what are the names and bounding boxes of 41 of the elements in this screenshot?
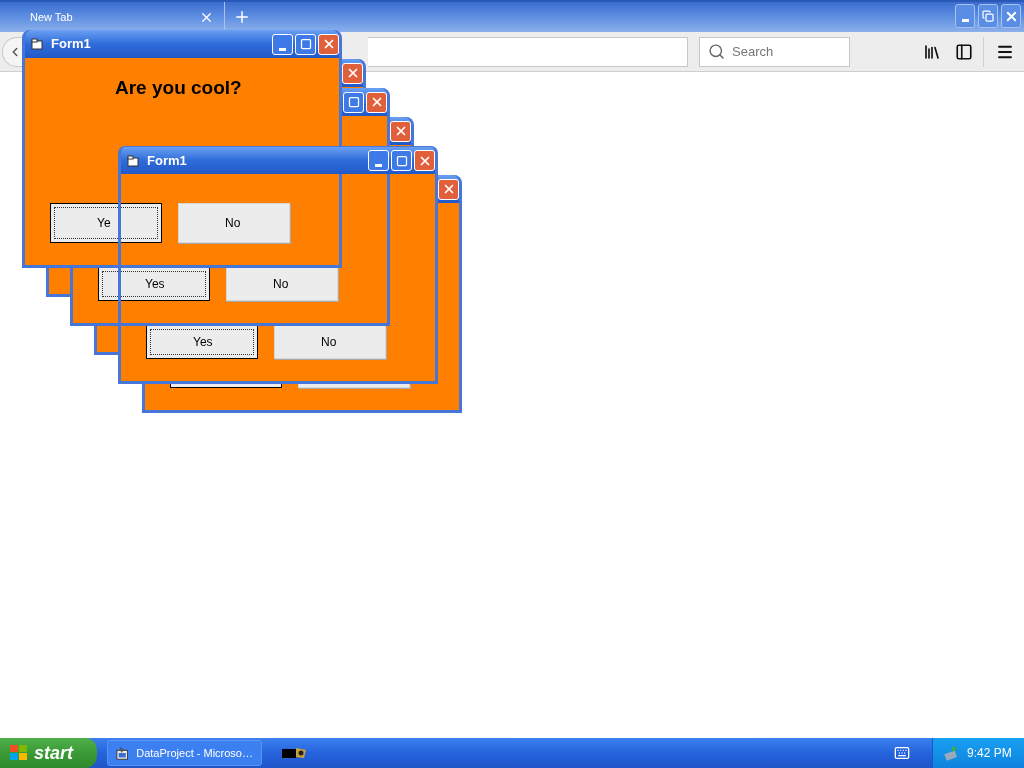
form-button[interactable]: No xyxy=(274,326,386,359)
window-icon xyxy=(31,38,43,50)
search-icon xyxy=(708,43,725,60)
new-tab-icon[interactable] xyxy=(233,8,251,26)
form-button[interactable]: Yes xyxy=(98,268,210,301)
app-icon xyxy=(282,746,308,760)
window-icon xyxy=(127,154,139,167)
minimize-icon xyxy=(961,19,969,22)
form-button[interactable]: Yes xyxy=(146,326,258,359)
tab-title: New Tab xyxy=(30,9,74,25)
sidebar-icon[interactable] xyxy=(955,42,973,61)
close-button[interactable] xyxy=(1001,4,1021,28)
form-button[interactable]: No xyxy=(226,268,338,301)
clock: 9:42 PM xyxy=(967,745,1012,762)
app-icon xyxy=(116,745,131,761)
form-button[interactable]: No xyxy=(178,203,290,243)
window-title: Form1 xyxy=(147,151,188,170)
window-title: Form1 xyxy=(51,35,92,54)
taskbar-button[interactable]: DataProject - Microso… xyxy=(107,740,262,766)
maximize-button[interactable] xyxy=(343,91,364,113)
restore-button[interactable] xyxy=(978,4,998,28)
keyboard-icon[interactable] xyxy=(894,745,910,761)
minimize-button[interactable] xyxy=(955,4,975,28)
minimize-icon xyxy=(375,164,382,167)
search-field[interactable]: Search xyxy=(699,36,850,67)
back-button[interactable] xyxy=(2,36,22,67)
windows-flag-icon xyxy=(9,744,29,762)
start-button[interactable]: start xyxy=(0,738,97,768)
maximize-button[interactable] xyxy=(391,150,412,171)
restore-icon xyxy=(982,10,994,22)
form-label: Are you cool? xyxy=(115,76,242,100)
form-button[interactable] xyxy=(170,384,282,388)
form-button[interactable]: Ye xyxy=(50,203,162,243)
minimize-icon xyxy=(279,47,286,51)
library-icon[interactable] xyxy=(923,42,941,61)
maximize-button[interactable] xyxy=(295,33,316,55)
maximize-icon xyxy=(347,96,360,108)
search-placeholder: Search xyxy=(732,42,774,61)
maximize-icon xyxy=(395,154,408,167)
maximize-icon xyxy=(299,38,312,50)
url-field[interactable] xyxy=(368,36,688,67)
